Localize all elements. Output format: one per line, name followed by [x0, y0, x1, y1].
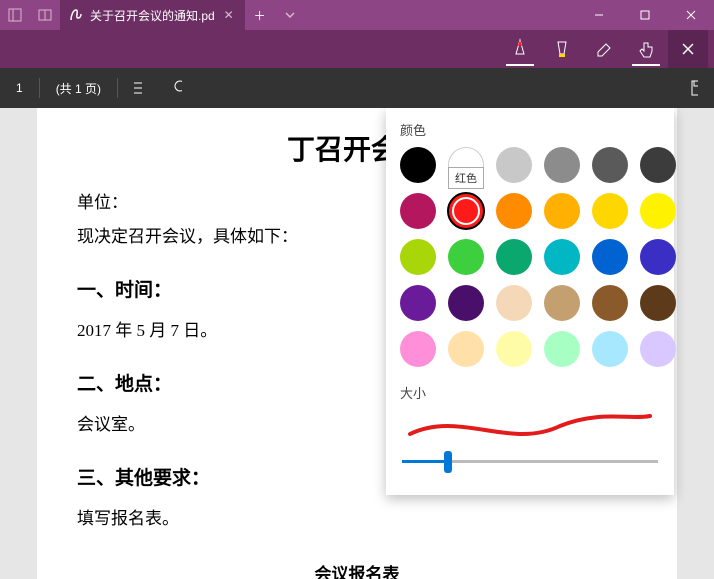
- color-swatch[interactable]: [640, 285, 676, 321]
- color-swatch[interactable]: [544, 331, 580, 367]
- close-ink-toolbar-button[interactable]: [668, 30, 708, 68]
- color-swatch[interactable]: [592, 147, 628, 183]
- search-button[interactable]: [158, 68, 198, 108]
- page-number[interactable]: 1: [0, 68, 39, 108]
- document-viewport[interactable]: 丁召开会议 单位： 现决定召开会议，具体如下： 一、时间： 2017 年 5 月…: [0, 108, 714, 579]
- tab-title: 关于召开会议的通知.pd: [90, 7, 215, 24]
- color-swatch[interactable]: [592, 193, 628, 229]
- color-swatch[interactable]: [592, 331, 628, 367]
- color-swatch[interactable]: [448, 239, 484, 275]
- new-tab-button[interactable]: ＋: [245, 0, 275, 30]
- color-swatch[interactable]: [496, 147, 532, 183]
- eraser-tool-button[interactable]: [584, 30, 624, 68]
- minimize-button[interactable]: [576, 0, 622, 30]
- reading-view-icon[interactable]: [30, 0, 60, 30]
- color-swatch[interactable]: [544, 239, 580, 275]
- tab-close-button[interactable]: ✕: [221, 8, 237, 22]
- pen-tool-button[interactable]: [500, 30, 540, 68]
- color-swatch[interactable]: 红色: [448, 193, 484, 229]
- document-tab[interactable]: 关于召开会议的通知.pd ✕: [60, 0, 245, 30]
- color-swatch[interactable]: [496, 239, 532, 275]
- color-swatch[interactable]: [640, 193, 676, 229]
- color-swatch[interactable]: [400, 239, 436, 275]
- touch-writing-button[interactable]: [626, 30, 666, 68]
- color-swatch[interactable]: [496, 285, 532, 321]
- save-ink-button[interactable]: [674, 79, 714, 97]
- other-text: 填写报名表。: [77, 502, 637, 536]
- ink-toolbar: [0, 30, 714, 68]
- color-swatch[interactable]: [400, 285, 436, 321]
- size-section-label: 大小: [400, 383, 660, 402]
- stroke-preview: [400, 410, 660, 446]
- color-swatch[interactable]: [544, 285, 580, 321]
- tab-list-dropdown[interactable]: [275, 0, 305, 30]
- color-swatch[interactable]: [592, 239, 628, 275]
- size-slider[interactable]: [402, 460, 658, 463]
- color-swatch[interactable]: [448, 331, 484, 367]
- color-swatch[interactable]: [640, 147, 676, 183]
- page-count: (共 1 页): [40, 68, 117, 108]
- table-title: 会议报名表: [77, 558, 637, 579]
- outline-button[interactable]: [118, 68, 158, 108]
- close-window-button[interactable]: [668, 0, 714, 30]
- titlebar: 关于召开会议的通知.pd ✕ ＋: [0, 0, 714, 30]
- highlighter-tool-button[interactable]: [542, 30, 582, 68]
- color-section-label: 颜色: [400, 120, 660, 139]
- color-swatch[interactable]: [400, 193, 436, 229]
- color-swatch[interactable]: [496, 331, 532, 367]
- color-swatch[interactable]: [400, 331, 436, 367]
- slider-thumb[interactable]: [444, 451, 452, 473]
- pen-color-popup: 颜色 红色 大小: [386, 108, 674, 495]
- maximize-button[interactable]: [622, 0, 668, 30]
- color-swatch[interactable]: [640, 239, 676, 275]
- color-swatch-grid: 红色: [400, 147, 660, 367]
- color-swatch[interactable]: [640, 331, 676, 367]
- color-swatch[interactable]: [496, 193, 532, 229]
- pdf-tab-icon: [68, 7, 84, 23]
- sidebar-toggle-icon[interactable]: [0, 0, 30, 30]
- color-swatch[interactable]: [544, 147, 580, 183]
- color-swatch[interactable]: [592, 285, 628, 321]
- color-swatch[interactable]: [400, 147, 436, 183]
- color-swatch[interactable]: [448, 285, 484, 321]
- color-tooltip: 红色: [448, 167, 484, 189]
- color-swatch[interactable]: [544, 193, 580, 229]
- document-subbar: 1 (共 1 页): [0, 68, 714, 108]
